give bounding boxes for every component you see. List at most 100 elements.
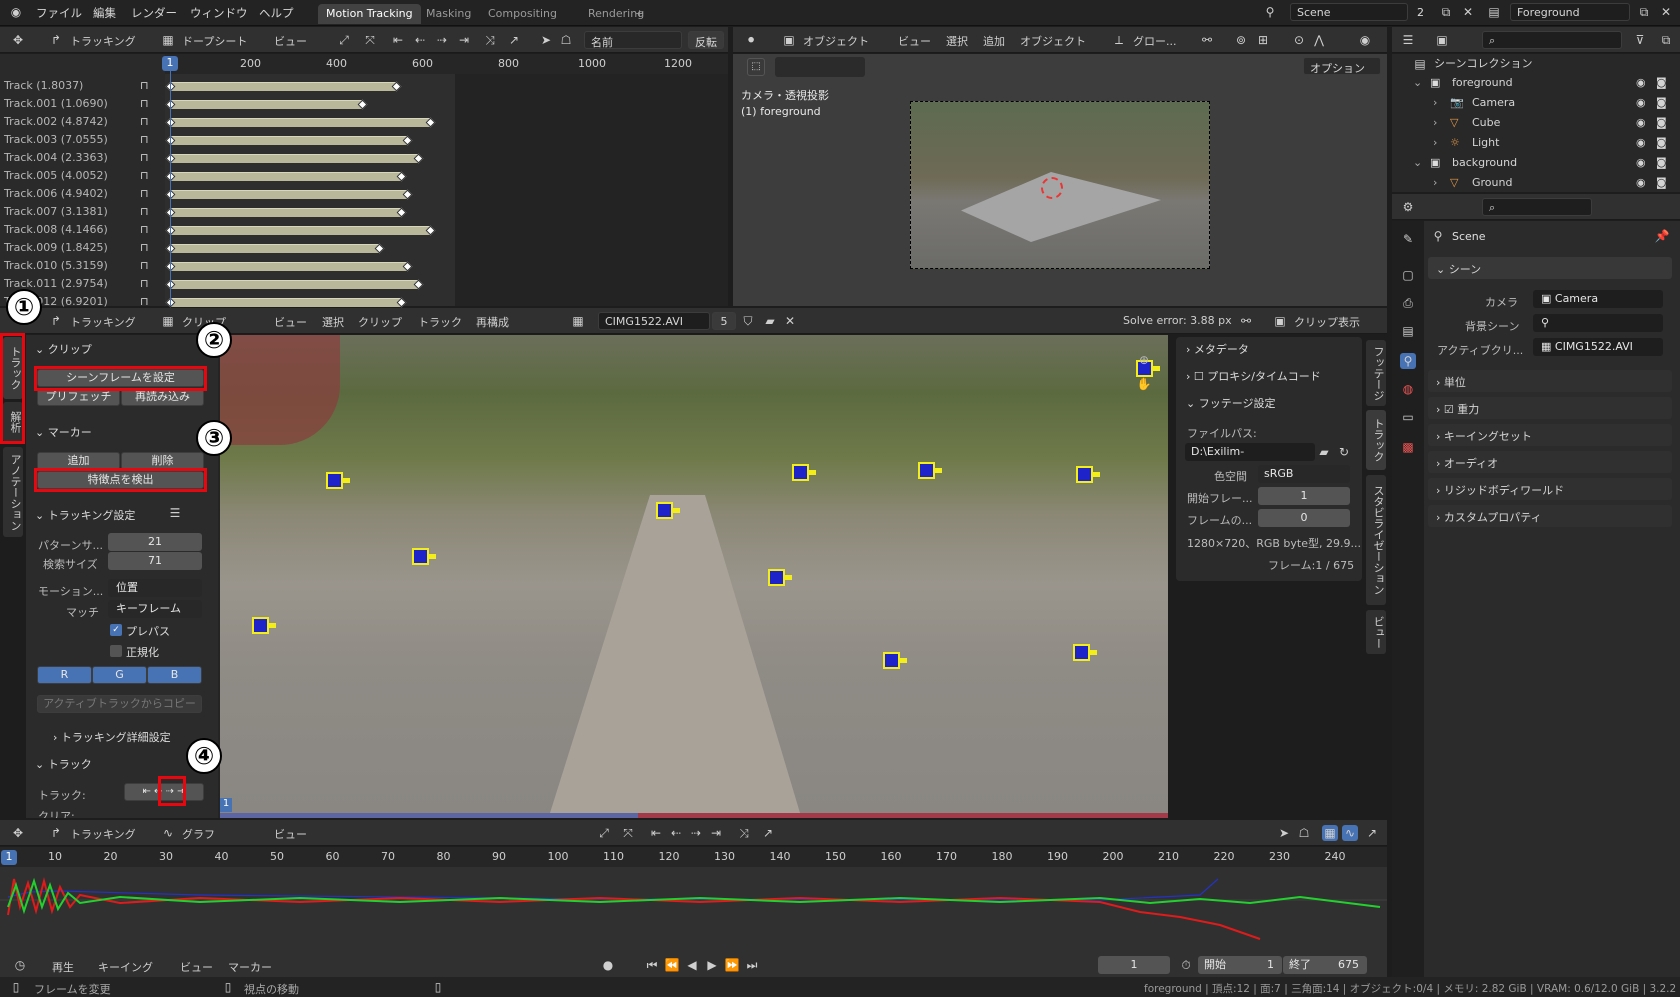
tab-stabilization[interactable]: スタビライゼーション [1366, 475, 1386, 605]
editor-type-icon[interactable]: ✥ [10, 32, 26, 48]
scene-panel-header[interactable]: ⌄ シーン [1428, 257, 1672, 279]
track-icon-4[interactable]: ⇠ [412, 32, 428, 48]
scene-tab-icon[interactable]: ⚲ [1400, 353, 1416, 369]
track-channel[interactable]: Track.006 (4.9402) ⊓ [0, 185, 165, 203]
search-size-field[interactable]: 71 [108, 552, 202, 570]
tracking-marker[interactable] [768, 569, 792, 586]
lock-icon[interactable]: ⊓ [140, 113, 149, 131]
camera-render-icon[interactable]: ◙ [1656, 173, 1667, 192]
tab-footage[interactable]: フッテージ [1366, 340, 1386, 406]
track-bar[interactable] [170, 262, 408, 271]
outliner-item-label[interactable]: Ground [1472, 173, 1512, 192]
expand-icon[interactable]: ⌄ [1413, 153, 1422, 172]
zoom-gizmo-icon[interactable]: ⊕ [1136, 352, 1152, 368]
world-tab-icon[interactable]: ◍ [1400, 381, 1416, 397]
snap-icon[interactable]: ⊚ [1233, 32, 1249, 48]
frame-offset-field[interactable]: 0 [1258, 509, 1350, 527]
viewport-menu-add[interactable]: 追加 [983, 33, 1005, 49]
lock-icon[interactable]: ⊓ [140, 95, 149, 113]
track-channel[interactable]: Track.004 (2.3363) ⊓ [0, 149, 165, 167]
graph-track-icon-5[interactable]: ⇢ [688, 825, 704, 841]
delete-scene-icon[interactable]: ✕ [1460, 4, 1476, 20]
expand-icon[interactable]: ⌄ [1413, 73, 1422, 92]
camera-render-icon[interactable]: ◙ [1656, 153, 1667, 172]
pan-gizmo-icon[interactable]: ✋ [1136, 376, 1152, 392]
current-frame-indicator[interactable]: 1 [162, 56, 178, 71]
view-layer-tab-icon[interactable]: ▤ [1400, 323, 1416, 339]
properties-section[interactable]: › カスタムプロパティ [1428, 505, 1672, 527]
graph-ghost-icon[interactable]: ☖ [1296, 825, 1312, 841]
jump-end-icon[interactable]: ⏭ [744, 957, 760, 973]
track-channel[interactable]: Track.001 (1.0690) ⊓ [0, 95, 165, 113]
eye-icon[interactable]: ◉ [1636, 153, 1646, 172]
tracking-marker[interactable] [792, 464, 816, 481]
blender-logo-icon[interactable]: ◉ [8, 4, 24, 20]
prepass-checkbox[interactable]: ✓ [110, 624, 122, 636]
current-frame-field[interactable]: 1 [1098, 956, 1170, 974]
tab-sidebar-view[interactable]: ビュー [1366, 610, 1386, 654]
marker-panel-header[interactable]: ⌄ マーカー [27, 420, 210, 442]
copy-from-active-button[interactable]: アクティブトラックからコピー [37, 695, 202, 713]
expand-icon[interactable]: › [1433, 173, 1437, 192]
graph-editor-icon[interactable]: ✥ [10, 825, 26, 841]
play-icon[interactable]: ▶ [704, 957, 720, 973]
active-clip-field[interactable]: ▦ CIMG1522.AVI [1533, 338, 1663, 356]
graph-track-icon-6[interactable]: ⇥ [708, 825, 724, 841]
falloff-icon[interactable]: ⋀ [1311, 32, 1327, 48]
start-frame-field[interactable]: 1 [1258, 487, 1350, 505]
viewport-menu-select[interactable]: 選択 [946, 33, 968, 49]
jump-start-icon[interactable]: ⏮ [644, 957, 660, 973]
track-bar[interactable] [170, 244, 379, 253]
properties-search[interactable]: ⌕ [1482, 198, 1592, 216]
track-channel[interactable]: Track (1.8037) ⊓ [0, 77, 165, 95]
scene-selector[interactable]: Scene [1290, 3, 1408, 21]
tracking-marker[interactable] [252, 617, 276, 634]
prev-keyframe-icon[interactable]: ⏪ [664, 957, 680, 973]
eye-icon[interactable]: ◉ [1636, 133, 1646, 152]
filter-icon[interactable]: ⊽ [1632, 32, 1648, 48]
metadata-header[interactable]: › メタデータ [1178, 337, 1361, 359]
outliner-item-label[interactable]: Camera [1472, 93, 1515, 112]
timeline-editor-icon[interactable]: ◷ [12, 957, 28, 973]
lock-icon[interactable]: ⊓ [140, 221, 149, 239]
track-bar[interactable] [170, 136, 408, 145]
camera-render-icon[interactable]: ◙ [1656, 93, 1667, 112]
playback-menu[interactable]: 再生 [52, 959, 74, 975]
expand-icon[interactable]: › [1433, 113, 1437, 132]
clip-menu-reconstruct[interactable]: 再構成 [476, 314, 509, 330]
expand-icon[interactable]: › [1433, 93, 1437, 112]
track-bar[interactable] [170, 280, 419, 289]
properties-tabs[interactable]: ✎ ▢ ⎙ ▤ ⚲ ◍ ▭ ▩ [1392, 221, 1424, 977]
channel-g-toggle[interactable]: G [92, 666, 147, 684]
channel-r-toggle[interactable]: R [37, 666, 92, 684]
track-icon-2[interactable]: ⤧ [362, 32, 378, 48]
tracking-marker[interactable] [1076, 466, 1100, 483]
track-bar[interactable] [170, 226, 430, 235]
track-icon-3[interactable]: ⇤ [390, 32, 406, 48]
lock-icon[interactable]: ⊓ [140, 77, 149, 95]
tracking-marker[interactable] [656, 502, 680, 519]
outliner-search[interactable]: ⌕ [1482, 31, 1622, 49]
camera-field[interactable]: ▣ Camera [1533, 290, 1663, 308]
track-icon-6[interactable]: ⇥ [456, 32, 472, 48]
graph-view-select[interactable]: グラフ [182, 826, 215, 842]
play-reverse-icon[interactable]: ◀ [684, 957, 700, 973]
end-frame-box[interactable]: 終了 675 [1283, 956, 1367, 974]
graph-select-icon[interactable]: ➤ [1276, 825, 1292, 841]
colorspace-select[interactable]: sRGB [1258, 465, 1350, 483]
camera-render-icon[interactable]: ◙ [1656, 133, 1667, 152]
properties-editor-icon[interactable]: ⚙ [1400, 199, 1416, 215]
motion-model-select[interactable]: 位置 [108, 579, 202, 597]
properties-section[interactable]: › オーディオ [1428, 451, 1672, 473]
clip-menu-select[interactable]: 選択 [322, 314, 344, 330]
eye-icon[interactable]: ◉ [1636, 73, 1646, 92]
camera-render-icon[interactable]: ◙ [1656, 73, 1667, 92]
graph-track-icon-7[interactable]: ⤨ [736, 825, 752, 841]
tab-sidebar-track[interactable]: トラック [1366, 410, 1386, 470]
outliner-editor-icon[interactable]: ☰ [1400, 32, 1416, 48]
lock-icon[interactable]: ⊓ [140, 257, 149, 275]
tool-tab-icon[interactable]: ✎ [1400, 231, 1416, 247]
track-bar[interactable] [170, 100, 363, 109]
pivot-icon[interactable]: ⚯ [1199, 32, 1215, 48]
clip-browse-icon[interactable]: ▦ [570, 313, 586, 329]
